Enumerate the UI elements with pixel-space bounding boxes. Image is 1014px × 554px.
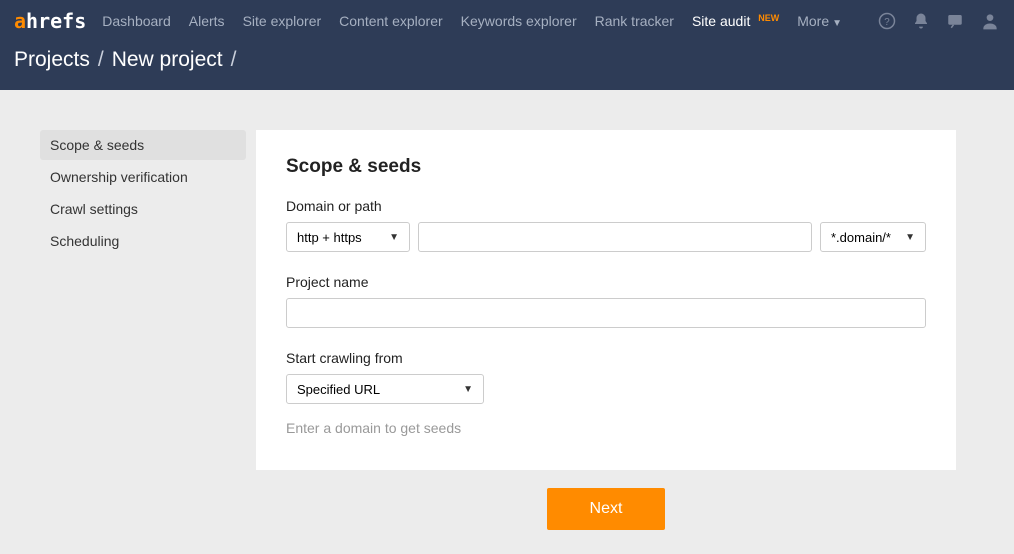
- logo[interactable]: ahrefs: [14, 9, 86, 33]
- crawl-from-value: Specified URL: [297, 382, 380, 397]
- helper-text: Enter a domain to get seeds: [286, 420, 926, 436]
- chevron-down-icon: ▼: [905, 232, 915, 243]
- svg-text:?: ?: [884, 17, 890, 28]
- bell-icon[interactable]: [912, 12, 930, 30]
- scope-seeds-panel: Scope & seeds Domain or path http + http…: [256, 130, 956, 470]
- project-name-row: [286, 298, 926, 328]
- nav-site-audit[interactable]: Site audit NEW: [692, 13, 779, 29]
- nav-content-explorer[interactable]: Content explorer: [339, 13, 443, 29]
- project-name-input[interactable]: [286, 298, 926, 328]
- next-button[interactable]: Next: [547, 488, 665, 530]
- start-crawling-label: Start crawling from: [286, 350, 926, 366]
- sidebar-item-scope-seeds[interactable]: Scope & seeds: [40, 130, 246, 160]
- nav-alerts[interactable]: Alerts: [189, 13, 225, 29]
- nav-rank-tracker[interactable]: Rank tracker: [595, 13, 674, 29]
- nav-more[interactable]: More▼: [797, 13, 842, 29]
- domain-input[interactable]: [418, 222, 812, 252]
- domain-row: http + https ▼ *.domain/* ▼: [286, 222, 926, 252]
- chat-icon[interactable]: [946, 12, 964, 30]
- sidebar-item-scheduling[interactable]: Scheduling: [40, 226, 246, 256]
- mode-value: *.domain/*: [831, 230, 891, 245]
- next-button-row: Next: [256, 488, 956, 530]
- panel-heading: Scope & seeds: [286, 156, 926, 178]
- breadcrumb-separator: /: [98, 48, 104, 72]
- mode-select[interactable]: *.domain/* ▼: [820, 222, 926, 252]
- breadcrumb: Projects / New project /: [14, 42, 1000, 72]
- chevron-down-icon: ▼: [463, 384, 473, 395]
- sidebar-item-ownership[interactable]: Ownership verification: [40, 162, 246, 192]
- badge-new: NEW: [758, 13, 779, 23]
- topbar-icons: ?: [878, 11, 1000, 31]
- breadcrumb-separator: /: [231, 48, 237, 72]
- protocol-select[interactable]: http + https ▼: [286, 222, 410, 252]
- domain-or-path-label: Domain or path: [286, 198, 926, 214]
- nav-dashboard[interactable]: Dashboard: [102, 13, 171, 29]
- nav-site-explorer[interactable]: Site explorer: [243, 13, 322, 29]
- logo-part-hrefs: hrefs: [26, 9, 86, 33]
- nav-site-audit-label: Site audit: [692, 13, 750, 29]
- protocol-value: http + https: [297, 230, 362, 245]
- main-column: Scope & seeds Domain or path http + http…: [256, 130, 956, 530]
- main-nav: Dashboard Alerts Site explorer Content e…: [102, 13, 878, 29]
- breadcrumb-new-project[interactable]: New project: [112, 48, 223, 72]
- steps-sidebar: Scope & seeds Ownership verification Cra…: [40, 130, 246, 530]
- breadcrumb-bar: Projects / New project /: [0, 42, 1014, 90]
- nav-more-label: More: [797, 13, 829, 29]
- project-name-label: Project name: [286, 274, 926, 290]
- chevron-down-icon: ▼: [832, 18, 842, 29]
- nav-keywords-explorer[interactable]: Keywords explorer: [461, 13, 577, 29]
- user-icon[interactable]: [980, 11, 1000, 31]
- breadcrumb-projects[interactable]: Projects: [14, 48, 90, 72]
- chevron-down-icon: ▼: [389, 232, 399, 243]
- sidebar-item-crawl-settings[interactable]: Crawl settings: [40, 194, 246, 224]
- content-area: Scope & seeds Ownership verification Cra…: [0, 90, 1014, 530]
- help-icon[interactable]: ?: [878, 12, 896, 30]
- top-nav-bar: ahrefs Dashboard Alerts Site explorer Co…: [0, 0, 1014, 42]
- crawl-from-row: Specified URL ▼: [286, 374, 926, 404]
- crawl-from-select[interactable]: Specified URL ▼: [286, 374, 484, 404]
- logo-part-a: a: [14, 9, 26, 33]
